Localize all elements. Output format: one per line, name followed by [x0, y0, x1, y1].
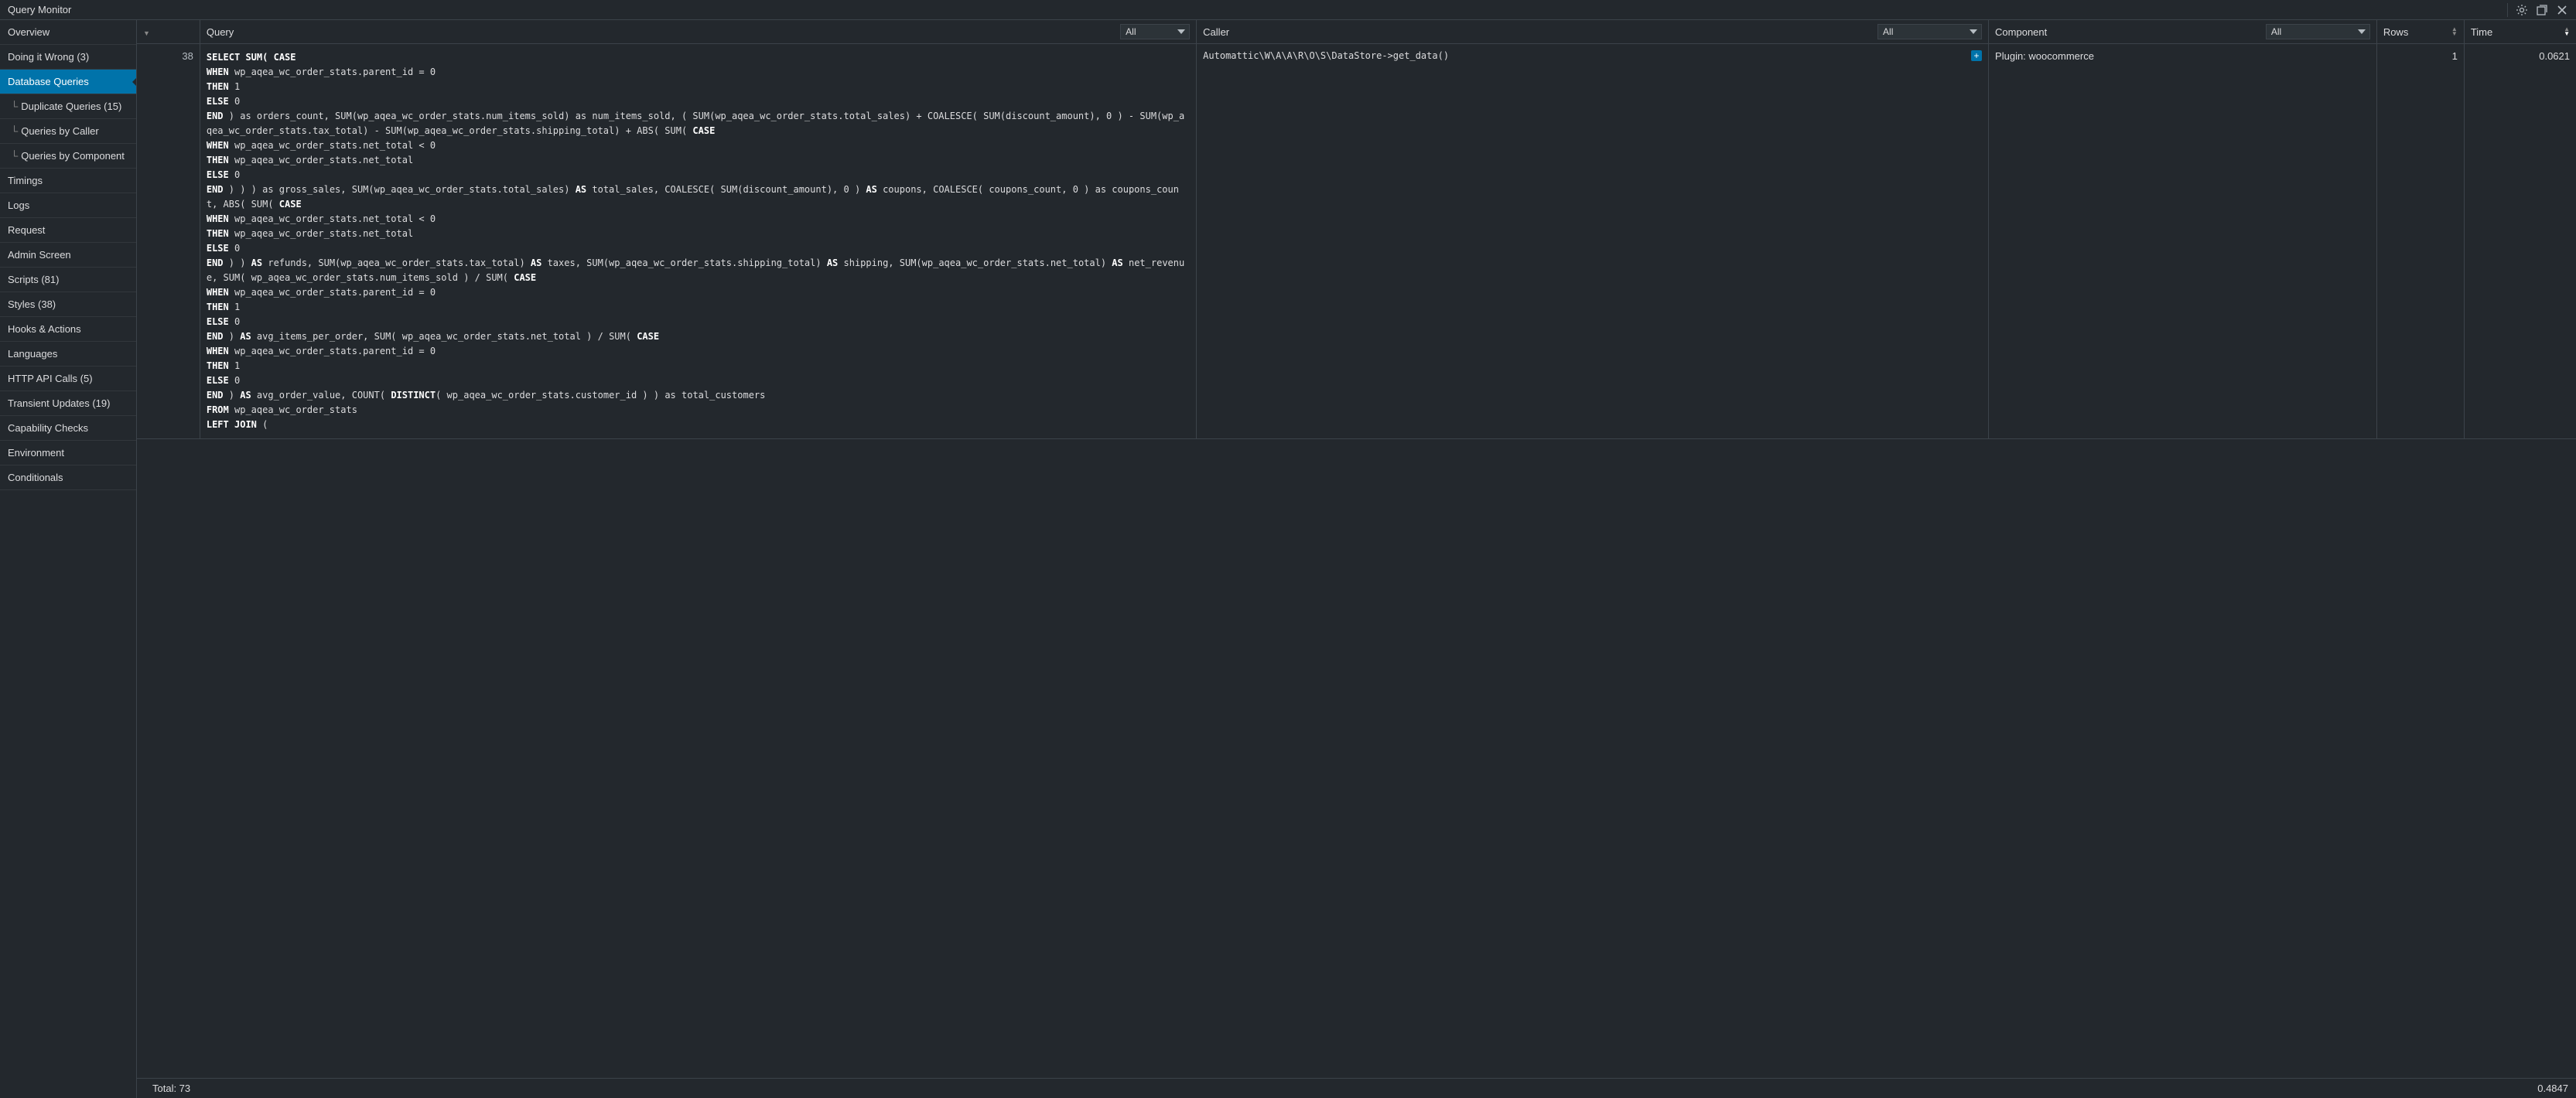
query-grid-wrapper[interactable]: ▼ Query All: [137, 20, 2576, 1078]
expand-caller-button[interactable]: +: [1971, 50, 1982, 61]
sidebar-item-1[interactable]: Doing it Wrong (3): [0, 45, 136, 70]
sidebar-item-17[interactable]: Environment: [0, 441, 136, 465]
sidebar-item-6[interactable]: Timings: [0, 169, 136, 193]
col-header-time[interactable]: Time ▲▼: [2464, 20, 2576, 44]
titlebar-actions: [2504, 1, 2571, 19]
col-header-component: Component All: [1989, 20, 2377, 44]
sidebar-item-2[interactable]: Database Queries: [0, 70, 136, 94]
sidebar-item-label: Capability Checks: [8, 422, 88, 434]
sidebar-item-16[interactable]: Capability Checks: [0, 416, 136, 441]
tree-prefix-icon: └: [11, 125, 18, 137]
sidebar-item-label: Conditionals: [8, 472, 63, 483]
component-filter-select[interactable]: All: [2266, 24, 2370, 39]
sidebar-item-label: Queries by Component: [21, 150, 125, 162]
sidebar-item-4[interactable]: └Queries by Caller: [0, 119, 136, 144]
sidebar-item-14[interactable]: HTTP API Calls (5): [0, 367, 136, 391]
tree-prefix-icon: └: [11, 101, 18, 112]
sidebar-item-label: Languages: [8, 348, 57, 360]
footer: Total: 73 0.4847: [137, 1078, 2576, 1098]
close-icon[interactable]: [2553, 1, 2571, 19]
sidebar-item-label: Logs: [8, 199, 29, 211]
sidebar: Overview Doing it Wrong (3) Database Queri…: [0, 20, 137, 1098]
sidebar-item-label: Queries by Caller: [21, 125, 98, 137]
col-header-num[interactable]: ▼: [137, 20, 200, 44]
sidebar-item-13[interactable]: Languages: [0, 342, 136, 367]
sidebar-item-label: HTTP API Calls (5): [8, 373, 93, 384]
row-number: 38: [137, 44, 200, 439]
collapse-all-icon[interactable]: ▼: [143, 29, 153, 37]
sidebar-item-15[interactable]: Transient Updates (19): [0, 391, 136, 416]
col-header-rows-label: Rows: [2383, 26, 2409, 38]
table-row: 38 SELECT SUM( CASE WHEN wp_aqea_wc_orde…: [137, 44, 2576, 439]
sidebar-item-label: Timings: [8, 175, 43, 186]
component-cell: Plugin: woocommerce: [1989, 44, 2377, 439]
sidebar-item-18[interactable]: Conditionals: [0, 465, 136, 490]
caller-text: Automattic\W\A\A\R\O\S\DataStore->get_da…: [1203, 50, 1449, 61]
sql-text: SELECT SUM( CASE WHEN wp_aqea_wc_order_s…: [207, 50, 1190, 432]
sidebar-item-label: Scripts (81): [8, 274, 59, 285]
panel-title: Query Monitor: [8, 4, 71, 15]
rows-cell: 1: [2376, 44, 2464, 439]
popout-icon[interactable]: [2533, 1, 2551, 19]
sidebar-item-5[interactable]: └Queries by Component: [0, 144, 136, 169]
gear-icon[interactable]: [2513, 1, 2531, 19]
col-header-rows[interactable]: Rows ▲▼: [2376, 20, 2464, 44]
query-table: ▼ Query All: [137, 20, 2576, 439]
titlebar: Query Monitor: [0, 0, 2576, 20]
sidebar-item-9[interactable]: Admin Screen: [0, 243, 136, 268]
sidebar-item-label: Request: [8, 224, 45, 236]
time-cell: 0.0621: [2464, 44, 2576, 439]
sidebar-item-0[interactable]: Overview: [0, 20, 136, 45]
sidebar-item-label: Styles (38): [8, 298, 56, 310]
query-cell[interactable]: SELECT SUM( CASE WHEN wp_aqea_wc_order_s…: [200, 44, 1196, 439]
sidebar-item-10[interactable]: Scripts (81): [0, 268, 136, 292]
sidebar-item-label: Admin Screen: [8, 249, 71, 261]
col-header-caller: Caller All: [1197, 20, 1989, 44]
sidebar-item-12[interactable]: Hooks & Actions: [0, 317, 136, 342]
caller-filter-select[interactable]: All: [1877, 24, 1982, 39]
footer-total: Total: 73: [152, 1083, 190, 1094]
query-filter-select[interactable]: All: [1120, 24, 1190, 39]
col-header-query: Query All: [200, 20, 1196, 44]
sidebar-item-label: Transient Updates (19): [8, 397, 110, 409]
rows-sort-icon[interactable]: ▲▼: [2451, 27, 2458, 36]
sidebar-item-11[interactable]: Styles (38): [0, 292, 136, 317]
panel-body: Overview Doing it Wrong (3) Database Queri…: [0, 20, 2576, 1098]
tree-prefix-icon: └: [11, 150, 18, 162]
sidebar-item-label: Overview: [8, 26, 50, 38]
sidebar-item-7[interactable]: Logs: [0, 193, 136, 218]
sidebar-item-8[interactable]: Request: [0, 218, 136, 243]
col-header-caller-label: Caller: [1203, 26, 1229, 38]
col-header-query-label: Query: [207, 26, 234, 38]
footer-time-total: 0.4847: [2537, 1083, 2568, 1094]
caller-cell: Automattic\W\A\A\R\O\S\DataStore->get_da…: [1197, 44, 1989, 439]
main: ▼ Query All: [137, 20, 2576, 1098]
sidebar-item-label: Hooks & Actions: [8, 323, 81, 335]
col-header-time-label: Time: [2471, 26, 2492, 38]
sidebar-item-label: Environment: [8, 447, 64, 459]
time-sort-icon[interactable]: ▲▼: [2564, 27, 2570, 36]
query-monitor-panel: Query Monitor Overview Doing it Wrong (3)…: [0, 0, 2576, 1098]
sidebar-item-label: Duplicate Queries (15): [21, 101, 121, 112]
titlebar-divider: [2507, 3, 2508, 17]
sidebar-item-3[interactable]: └Duplicate Queries (15): [0, 94, 136, 119]
sidebar-item-label: Doing it Wrong (3): [8, 51, 89, 63]
col-header-component-label: Component: [1995, 26, 2047, 38]
sidebar-item-label: Database Queries: [8, 76, 89, 87]
